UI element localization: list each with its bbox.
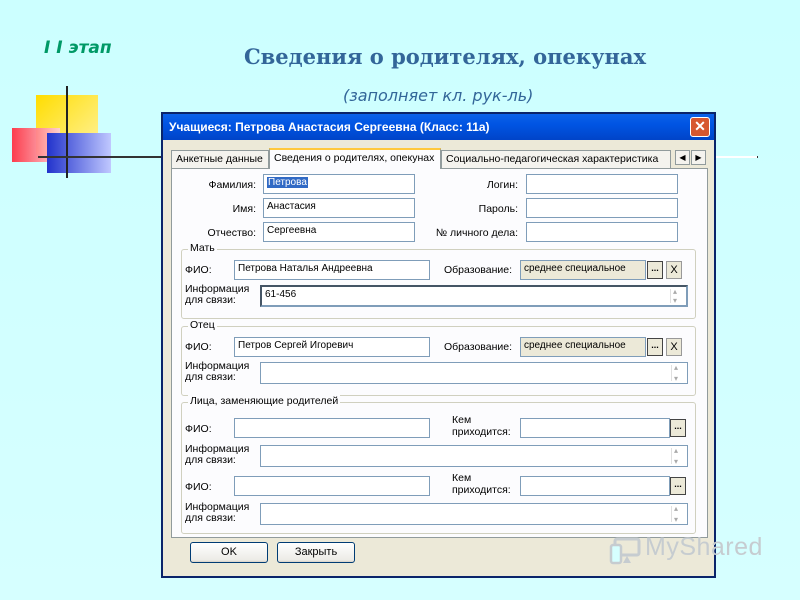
mother-education-browse-button[interactable]: ...	[647, 261, 663, 279]
mother-contact-field[interactable]: 61-456	[260, 285, 688, 307]
guardian1-relation-browse-button[interactable]: ...	[670, 419, 686, 437]
decor-horizontal-line-white	[712, 156, 757, 158]
mother-education-label: Образование:	[444, 264, 512, 276]
tab-scroll-right-icon[interactable]: ▶	[691, 150, 706, 165]
password-field[interactable]	[526, 198, 678, 218]
guardian1-fio-label: ФИО:	[185, 423, 212, 435]
guardian2-contact-field[interactable]	[260, 503, 688, 525]
father-education-browse-button[interactable]: ...	[647, 338, 663, 356]
father-education-field[interactable]: среднее специальное	[520, 337, 646, 357]
student-dialog: Учащиеся: Петрова Анастасия Сергеевна (К…	[161, 112, 716, 578]
tab-strip: Анкетные данные Сведения о родителях, оп…	[171, 148, 706, 169]
slide-title: Сведения о родителях, опекунах	[243, 44, 647, 69]
guardian1-relation-label: Кем приходится:	[452, 414, 511, 438]
father-contact-label: Информация для связи:	[185, 360, 250, 383]
close-window-button[interactable]: ✕	[690, 117, 710, 137]
guardian2-fio-field[interactable]	[234, 476, 430, 496]
slide-subtitle: (заполняет кл. рук-ль)	[343, 86, 534, 105]
guardian1-contact-scrollbar[interactable]	[671, 446, 684, 466]
file-number-field[interactable]	[526, 222, 678, 242]
mother-contact-scrollbar[interactable]	[670, 287, 683, 305]
mother-education-field[interactable]: среднее специальное	[520, 260, 646, 280]
surname-value: Петрова	[267, 177, 308, 188]
close-button[interactable]: Закрыть	[277, 542, 355, 563]
mother-education-clear-button[interactable]: X	[666, 261, 682, 279]
guardians-group: Лица, заменяющие родителей ФИО: Кем прих…	[181, 395, 696, 534]
guardian1-fio-field[interactable]	[234, 418, 430, 438]
father-fio-label: ФИО:	[185, 341, 212, 353]
tab-questionnaire[interactable]: Анкетные данные	[171, 150, 269, 168]
parents-panel: Фамилия: Петрова Имя: Анастасия Отчество…	[171, 168, 708, 538]
father-group-title: Отец	[188, 319, 217, 331]
father-fio-field[interactable]: Петров Сергей Игоревич	[234, 337, 430, 357]
father-contact-scrollbar[interactable]	[671, 363, 684, 383]
father-group: Отец ФИО: Петров Сергей Игоревич Образов…	[181, 319, 696, 396]
tab-parents[interactable]: Сведения о родителях, опекунах	[269, 148, 441, 169]
watermark-logo-text: MyShared	[645, 533, 763, 561]
surname-label: Фамилия:	[208, 179, 256, 191]
file-number-label: № личного дела:	[435, 227, 518, 239]
guardian1-relation-field[interactable]	[520, 418, 670, 438]
guardian1-contact-field[interactable]	[260, 445, 688, 467]
login-field[interactable]	[526, 174, 678, 194]
father-contact-field[interactable]	[260, 362, 688, 384]
name-label: Имя:	[232, 203, 256, 215]
guardian2-contact-scrollbar[interactable]	[671, 504, 684, 524]
mother-fio-label: ФИО:	[185, 264, 212, 276]
guardians-group-title: Лица, заменяющие родителей	[188, 395, 341, 407]
window-title: Учащиеся: Петрова Анастасия Сергеевна (К…	[169, 120, 490, 134]
decor-vertical-line	[66, 86, 68, 178]
father-education-clear-button[interactable]: X	[666, 338, 682, 356]
patronymic-field[interactable]: Сергеевна	[263, 222, 415, 242]
guardian2-relation-browse-button[interactable]: ...	[670, 477, 686, 495]
guardian2-contact-label: Информация для связи:	[185, 501, 250, 524]
father-education-label: Образование:	[444, 341, 512, 353]
guardian1-contact-label: Информация для связи:	[185, 443, 250, 466]
guardian2-relation-label: Кем приходится:	[452, 472, 511, 496]
window-titlebar[interactable]: Учащиеся: Петрова Анастасия Сергеевна (К…	[163, 114, 714, 140]
decor-blue-square	[47, 133, 111, 173]
mother-fio-field[interactable]: Петрова Наталья Андреевна	[234, 260, 430, 280]
name-field[interactable]: Анастасия	[263, 198, 415, 218]
guardian2-fio-label: ФИО:	[185, 481, 212, 493]
login-label: Логин:	[486, 179, 518, 191]
password-label: Пароль:	[478, 203, 518, 215]
surname-field[interactable]: Петрова	[263, 174, 415, 194]
tab-social-characteristics[interactable]: Социально-педагогическая характеристика	[441, 150, 671, 168]
mother-contact-label: Информация для связи:	[185, 283, 250, 306]
ok-button[interactable]: OK	[190, 542, 268, 563]
tab-scroll-left-icon[interactable]: ◀	[675, 150, 690, 165]
patronymic-label: Отчество:	[207, 227, 256, 239]
mother-group-title: Мать	[188, 242, 217, 254]
guardian2-relation-field[interactable]	[520, 476, 670, 496]
mother-group: Мать ФИО: Петрова Наталья Андреевна Обра…	[181, 242, 696, 319]
watermark-logo-icon	[609, 537, 641, 565]
